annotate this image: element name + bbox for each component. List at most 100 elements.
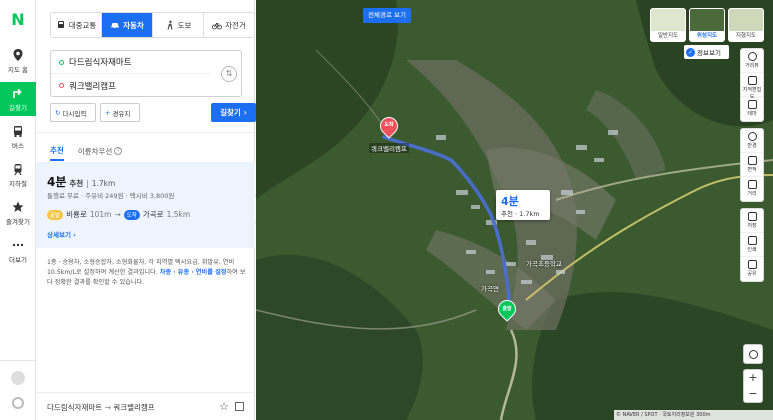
go-label: 길찾기 (220, 108, 241, 117)
rail-item-directions[interactable]: 길찾기 (0, 82, 36, 116)
road1-badge: 출발 (47, 209, 64, 220)
mode-transit-tab[interactable]: 대중교통 (51, 13, 102, 37)
rail-item-favorites[interactable]: 즐겨찾기 (0, 196, 36, 230)
layers-icon (747, 100, 757, 109)
zoom-in-button[interactable]: + (744, 370, 762, 386)
info-toggle-button[interactable]: ✓ 정보보기 (684, 45, 729, 59)
subway-icon (14, 164, 22, 176)
reset-button[interactable]: ↻ 다시입력 (50, 103, 96, 122)
rail-label: 길찾기 (9, 104, 27, 112)
rail-item-map-home[interactable]: 지도 홈 (0, 44, 36, 78)
save-icon (747, 212, 757, 221)
search-route-button[interactable]: 길찾기 › (211, 103, 256, 122)
tool-streetview[interactable]: 거리뷰 (741, 49, 763, 73)
result-roads: 출발 비룡로 101m → 도착 가곡로 1.5km (47, 209, 190, 220)
favorite-star-icon[interactable]: ☆ (219, 400, 229, 413)
pin-icon (747, 52, 757, 61)
rail-label: 지도 홈 (7, 66, 28, 74)
map-type-satellite[interactable]: 위성지도 (689, 8, 725, 42)
arrow-right-icon: → (114, 210, 121, 219)
mode-walk-tab[interactable]: 도보 (153, 13, 204, 37)
transit-icon (57, 21, 64, 28)
road1-distance: 101m (89, 210, 112, 219)
rail-label: 버스 (12, 142, 24, 150)
info-label: 정보보기 (697, 49, 721, 57)
origin-field[interactable]: 다드림식자재마트 (51, 51, 211, 74)
route-actions: ↻ 다시입력 + 경유지 길찾기 › (50, 103, 256, 122)
route-callout[interactable]: 4분 추천 · 1.7km (496, 190, 550, 220)
tool-distance[interactable]: 거리 (741, 177, 763, 201)
app-root: N 지도 홈 길찾기 버스 지하철 즐겨찾기 더보기 대중교통 자동차 도보 자… (0, 0, 773, 420)
normal-map-thumb (651, 9, 685, 31)
map-type-normal[interactable]: 일반지도 (650, 8, 686, 42)
callout-sub: 추천 · 1.7km (501, 210, 540, 218)
tool-label: 저장 (747, 223, 757, 229)
rail-item-bus[interactable]: 버스 (0, 120, 36, 154)
destination-map-label: 쿼크밸리캠프 (369, 143, 409, 153)
settings-gear-icon[interactable] (12, 397, 24, 409)
tool-label: 테마 (747, 111, 757, 117)
footer-destination: 쿼크밸리캠프 (113, 403, 155, 412)
swap-route-button[interactable]: ⇅ (221, 66, 237, 82)
road2-badge: 도착 (123, 209, 140, 220)
area-icon (747, 156, 757, 165)
rail-item-subway[interactable]: 지하철 (0, 158, 36, 192)
rail-item-more[interactable]: 더보기 (0, 234, 36, 268)
help-icon[interactable]: ? (114, 147, 123, 155)
bus-icon (14, 126, 22, 137)
share-icon (747, 260, 757, 269)
route-result-card[interactable]: 4분 추천 | 1.7km 통행료 무료 · 주유비 249원 · 택시비 3,… (36, 162, 255, 248)
tab-recommended[interactable]: 추천 (50, 141, 64, 161)
refresh-icon: ↻ (55, 108, 61, 117)
tool-group-export: 저장 인쇄 공유 (740, 208, 764, 282)
chevron-right-icon: › (243, 108, 247, 117)
tab-label: 이륜차우선 (77, 146, 113, 156)
profile-avatar-icon[interactable] (11, 371, 25, 385)
my-location-button[interactable] (743, 344, 763, 364)
zoom-out-button[interactable]: − (744, 386, 762, 402)
map-type-terrain[interactable]: 지형지도 (728, 8, 764, 42)
tool-area[interactable]: 면적 (741, 153, 763, 177)
divider (36, 132, 255, 133)
destination-field[interactable]: 쿼크밸리캠프 (51, 74, 211, 97)
radius-icon (747, 132, 757, 141)
share-icon[interactable] (235, 402, 244, 411)
mode-label: 도보 (177, 20, 192, 30)
tool-theme[interactable]: 테마 (741, 97, 763, 121)
tool-group-layers: 거리뷰 지적편집도 테마 (740, 48, 764, 122)
tool-print[interactable]: 인쇄 (741, 233, 763, 257)
tool-save[interactable]: 저장 (741, 209, 763, 233)
destination-dot-icon (59, 83, 64, 88)
transport-mode-tabs: 대중교통 자동차 도보 자전거 (50, 12, 255, 38)
mode-label: 대중교통 (68, 20, 97, 30)
footer-origin: 다드림식자재마트 (47, 403, 103, 412)
directions-panel: 대중교통 자동차 도보 자전거 다드림식자재마트 쿼크밸리캠프 ⇅ ↻ 다시입력… (36, 0, 256, 420)
mode-car-tab[interactable]: 자동차 (102, 13, 153, 37)
map-pin-icon (13, 49, 23, 61)
tab-motorcycle[interactable]: 이륜차우선 ? (78, 141, 123, 161)
directions-icon (13, 88, 22, 98)
reset-label: 다시입력 (62, 109, 87, 118)
rail-label: 더보기 (9, 256, 27, 264)
school-map-label: 가곡초등학교 (526, 260, 562, 268)
plus-icon: + (105, 108, 111, 117)
tool-label: 거리 (747, 191, 757, 197)
vehicle-settings-link[interactable]: 차종 · 유종 · 연비를 설정 (160, 269, 227, 276)
naver-logo[interactable]: N (9, 11, 27, 29)
origin-marker-label: 출발 (502, 306, 512, 312)
full-route-button[interactable]: 전체경로 보기 (363, 8, 411, 23)
tool-radius[interactable]: 반경 (741, 129, 763, 153)
satellite-map-thumb (690, 9, 724, 31)
add-waypoint-button[interactable]: + 경유지 (100, 103, 140, 122)
mode-label: 자동차 (123, 20, 144, 30)
route-option-tabs: 추천 이륜차우선 ? (50, 141, 123, 161)
road2-name: 가곡로 (142, 210, 164, 219)
details-link[interactable]: 상세보기 › (47, 229, 76, 239)
satellite-map[interactable]: 전체경로 보기 일반지도 위성지도 지형지도 ✓ 정보보기 거리뷰 지적편집도 … (256, 0, 773, 420)
mode-bike-tab[interactable]: 자전거 (204, 13, 254, 37)
tool-cadastral[interactable]: 지적편집도 (741, 73, 763, 100)
car-icon (111, 23, 119, 29)
tool-share[interactable]: 공유 (741, 257, 763, 281)
road1-name: 비룡로 (66, 210, 87, 219)
walk-icon (167, 20, 173, 30)
